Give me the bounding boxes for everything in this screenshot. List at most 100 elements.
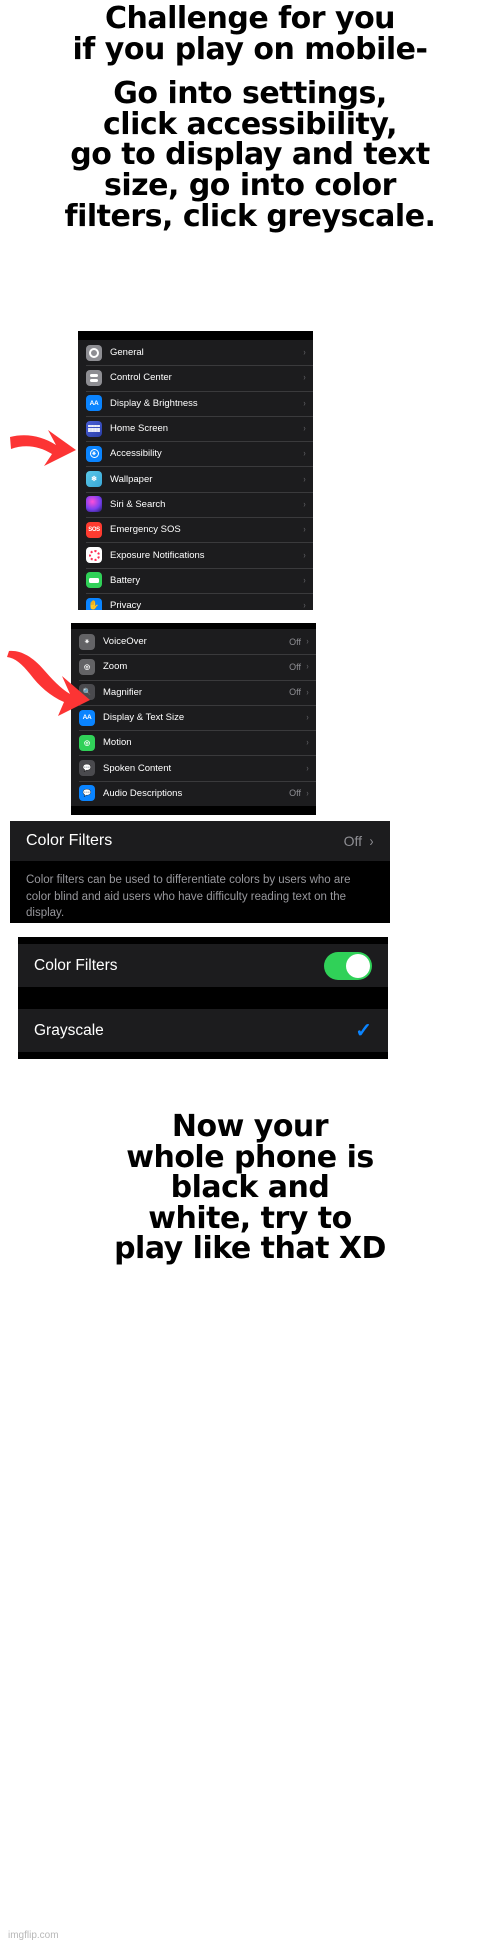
- accessibility-row-magnifier[interactable]: 🔍 Magnifier Off ›: [71, 679, 316, 705]
- caption-line: whole phone is: [126, 1139, 374, 1175]
- chevron-right-icon: ›: [306, 737, 309, 748]
- chevron-right-icon: ›: [303, 498, 306, 509]
- top-caption: Challenge for you if you play on mobile-…: [0, 1, 500, 234]
- accessibility-row-zoom[interactable]: ◎ Zoom Off ›: [71, 654, 316, 679]
- row-label: Display & Text Size: [103, 712, 185, 724]
- accessibility-row-motion[interactable]: ◎ Motion ›: [71, 730, 316, 755]
- row-label: Accessibility: [110, 448, 162, 460]
- accessibility-row-voiceover[interactable]: ⚹ VoiceOver Off ›: [71, 629, 316, 654]
- row-label: Exposure Notifications: [110, 549, 205, 561]
- chevron-right-icon: ›: [303, 524, 306, 535]
- chevron-right-icon: ›: [303, 423, 306, 434]
- row-value: Off: [289, 636, 301, 647]
- settings-row-home-screen[interactable]: Home Screen ›: [78, 415, 313, 441]
- chevron-right-icon: ›: [303, 574, 306, 585]
- grayscale-panel: Color Filters Grayscale ✓: [18, 937, 388, 1059]
- settings-row-control-center[interactable]: Control Center ›: [78, 365, 313, 390]
- chevron-right-icon: ›: [306, 787, 309, 798]
- settings-row-privacy[interactable]: ✋ Privacy ›: [78, 592, 313, 610]
- settings-row-emergency-sos[interactable]: SOS Emergency SOS ›: [78, 517, 313, 542]
- caption-line: play like that XD: [114, 1231, 386, 1267]
- audio-descriptions-icon: 💬: [79, 785, 95, 802]
- row-value: Off: [289, 661, 301, 672]
- panel-bottom-bar: [18, 1052, 388, 1057]
- row-label: Home Screen: [110, 423, 169, 435]
- bottom-caption: Now your whole phone is black and white,…: [0, 1109, 500, 1267]
- siri-icon: [86, 496, 102, 513]
- privacy-hand-icon: ✋: [86, 597, 102, 610]
- red-arrow-accessibility: [10, 430, 76, 466]
- caption-line: Go into settings,: [113, 76, 387, 112]
- settings-row-display-brightness[interactable]: AA Display & Brightness ›: [78, 390, 313, 416]
- color-filters-toggle-label: Color Filters: [34, 956, 118, 974]
- chevron-right-icon: ›: [303, 448, 306, 459]
- settings-row-exposure-notifications[interactable]: Exposure Notifications ›: [78, 542, 313, 567]
- row-label: Magnifier: [103, 686, 143, 698]
- chevron-right-icon: ›: [303, 397, 306, 408]
- caption-line: go to display and text: [70, 137, 430, 173]
- row-label: Emergency SOS: [110, 524, 181, 536]
- color-filters-description-panel: Color Filters Off › Color filters can be…: [10, 821, 390, 923]
- row-value: Off: [289, 788, 301, 799]
- caption-line: Now your: [171, 1109, 329, 1144]
- settings-row-wallpaper[interactable]: ❄ Wallpaper ›: [78, 466, 313, 491]
- row-value: Off: [289, 687, 301, 698]
- chevron-right-icon: ›: [303, 600, 306, 610]
- accessibility-list: ⚹ VoiceOver Off › ◎ Zoom Off › 🔍 Magnifi…: [71, 629, 316, 807]
- row-label: Control Center: [110, 372, 172, 384]
- home-screen-icon: [86, 420, 102, 437]
- grayscale-row[interactable]: Grayscale ✓: [18, 1009, 388, 1052]
- settings-row-general[interactable]: General ›: [78, 340, 313, 365]
- color-filters-toggle-row[interactable]: Color Filters: [18, 944, 388, 987]
- caption-line: filters, click greyscale.: [64, 198, 436, 234]
- row-label: Spoken Content: [103, 762, 172, 774]
- row-label: Audio Descriptions: [103, 787, 183, 799]
- color-filters-toggle[interactable]: [324, 951, 372, 980]
- color-filters-value: Off: [343, 833, 362, 849]
- ios-settings-panel: General › Control Center › AA Display & …: [78, 331, 313, 610]
- caption-line: black and: [170, 1170, 330, 1206]
- panel-bottom-bar: [71, 806, 316, 813]
- chevron-right-icon: ›: [303, 347, 306, 358]
- toggle-knob: [346, 953, 370, 978]
- settings-row-battery[interactable]: Battery ›: [78, 567, 313, 593]
- checkmark-icon: ✓: [355, 1019, 372, 1042]
- row-label: Wallpaper: [110, 473, 153, 485]
- display-brightness-icon: AA: [86, 395, 102, 412]
- row-label: Display & Brightness: [110, 397, 198, 409]
- control-center-icon: [86, 369, 102, 386]
- row-label: Siri & Search: [110, 498, 166, 510]
- chevron-right-icon: ›: [306, 762, 309, 773]
- chevron-right-icon: ›: [306, 712, 309, 723]
- chevron-right-icon: ›: [306, 661, 309, 672]
- accessibility-icon: ⚹: [86, 445, 102, 462]
- imgflip-watermark: imgflip.com: [8, 1930, 59, 1941]
- accessibility-row-spoken-content[interactable]: 💬 Spoken Content ›: [71, 755, 316, 780]
- row-label: Zoom: [103, 661, 128, 673]
- chevron-right-icon: ›: [303, 549, 306, 560]
- row-label: Battery: [110, 574, 141, 586]
- color-filters-header-row[interactable]: Color Filters Off ›: [10, 821, 390, 861]
- grayscale-label: Grayscale: [34, 1021, 104, 1039]
- accessibility-row-audio-descriptions[interactable]: 💬 Audio Descriptions Off ›: [71, 780, 316, 806]
- wallpaper-icon: ❄: [86, 471, 102, 488]
- settings-row-accessibility[interactable]: ⚹ Accessibility ›: [78, 441, 313, 466]
- gear-icon: [86, 344, 102, 361]
- exposure-notifications-icon: [86, 547, 102, 564]
- caption-line: white, try to: [148, 1200, 352, 1236]
- caption-line: if you play on mobile-: [72, 31, 428, 67]
- chevron-right-icon: ›: [306, 636, 309, 647]
- ios-accessibility-panel: ⚹ VoiceOver Off › ◎ Zoom Off › 🔍 Magnifi…: [71, 623, 316, 815]
- accessibility-row-display-text-size[interactable]: AA Display & Text Size ›: [71, 704, 316, 730]
- row-label: VoiceOver: [103, 636, 147, 648]
- color-filters-description: Color filters can be used to differentia…: [26, 874, 351, 920]
- row-label: General: [110, 347, 144, 359]
- row-label: Privacy: [110, 600, 142, 610]
- sos-icon: SOS: [86, 521, 102, 538]
- panel-top-bar: [78, 331, 313, 340]
- row-label: Motion: [103, 737, 132, 749]
- panel-top-bar: [18, 937, 388, 944]
- settings-row-siri-search[interactable]: Siri & Search ›: [78, 491, 313, 517]
- section-gap: [18, 987, 388, 1009]
- caption-line: Challenge for you: [104, 1, 396, 36]
